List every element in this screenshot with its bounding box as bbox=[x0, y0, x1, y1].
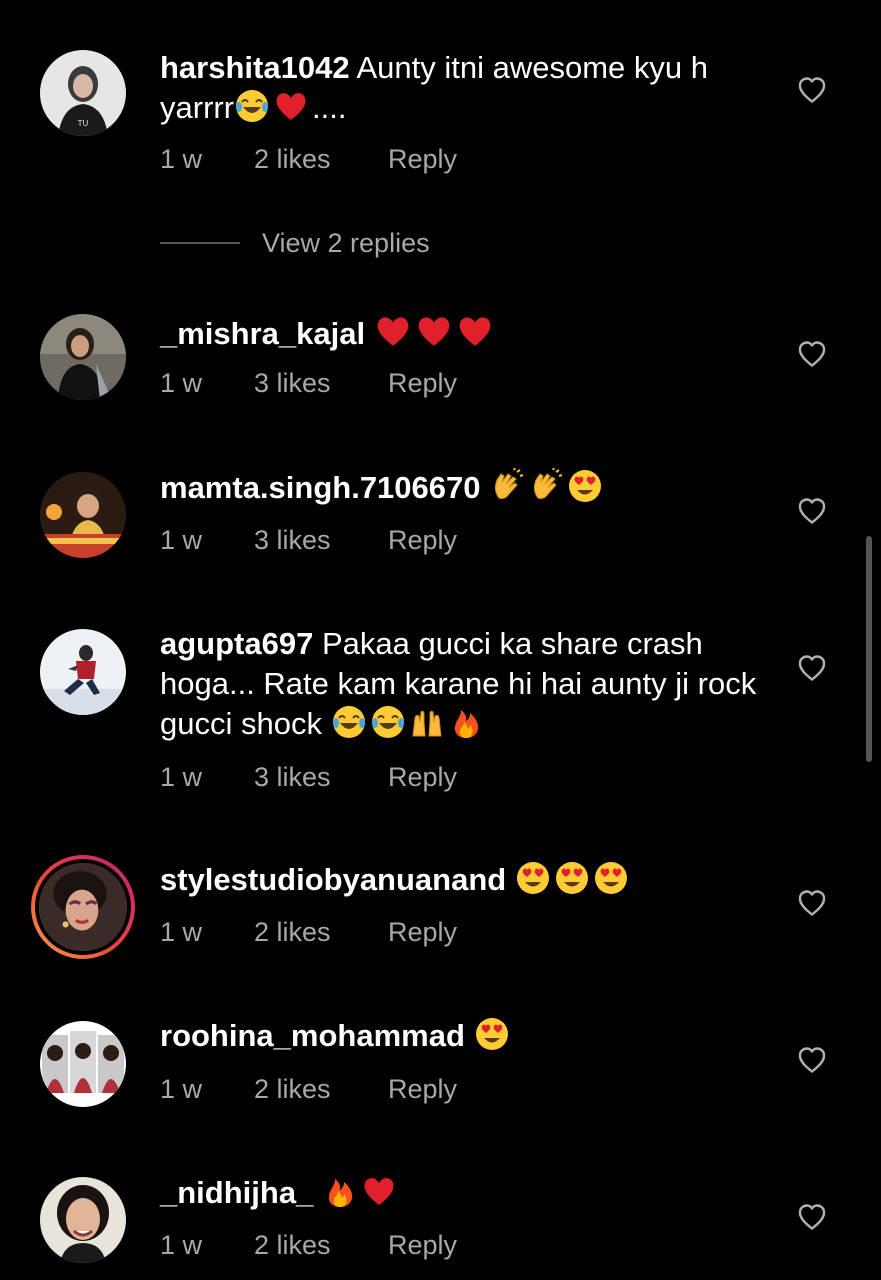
comment-text: stylestudiobyanuanand bbox=[160, 860, 770, 900]
like-heart-icon[interactable] bbox=[797, 497, 827, 525]
comment-likes[interactable]: 2 likes bbox=[254, 1074, 331, 1105]
fire-emoji bbox=[448, 704, 484, 740]
avatar-image: TU bbox=[40, 50, 126, 136]
reply-button[interactable]: Reply bbox=[388, 368, 457, 399]
like-heart-icon[interactable] bbox=[797, 340, 827, 368]
raised-hands-emoji bbox=[409, 704, 445, 740]
comment-time: 1 w bbox=[160, 368, 203, 398]
comment-body bbox=[365, 316, 374, 351]
comment-username[interactable]: _nidhijha_ bbox=[160, 1175, 313, 1210]
heart-eyes-emoji bbox=[474, 1016, 510, 1052]
comment-text: _mishra_kajal bbox=[160, 312, 770, 354]
clapping-hands-emoji bbox=[489, 468, 525, 504]
comment-username[interactable]: mamta.singh.7106670 bbox=[160, 470, 481, 505]
red-heart-emoji bbox=[273, 88, 309, 124]
heart-eyes-emoji bbox=[515, 860, 551, 896]
red-heart-emoji bbox=[361, 1173, 397, 1209]
comment-time: 1 w bbox=[160, 1230, 203, 1260]
reply-button[interactable]: Reply bbox=[388, 1230, 457, 1261]
avatar-image bbox=[40, 1021, 126, 1107]
comment-username[interactable]: agupta697 bbox=[160, 626, 313, 661]
comment-likes[interactable]: 3 likes bbox=[254, 525, 331, 556]
comment-body bbox=[481, 470, 490, 505]
avatar-image bbox=[40, 472, 126, 558]
comment-text: agupta697 Pakaa gucci ka share crash hog… bbox=[160, 624, 770, 744]
comment-body-suffix: .... bbox=[312, 90, 347, 125]
heart-eyes-emoji bbox=[567, 468, 603, 504]
comment-likes[interactable]: 3 likes bbox=[254, 368, 331, 399]
comment-time: 1 w bbox=[160, 144, 203, 174]
laughing-crying-emoji bbox=[331, 704, 367, 740]
scrollbar[interactable] bbox=[866, 536, 872, 762]
comment-text: mamta.singh.7106670 bbox=[160, 468, 770, 508]
laughing-crying-emoji bbox=[234, 88, 270, 124]
like-heart-icon[interactable] bbox=[797, 76, 827, 104]
avatar[interactable] bbox=[40, 314, 126, 400]
comment-likes[interactable]: 2 likes bbox=[254, 917, 331, 948]
reply-button[interactable]: Reply bbox=[388, 1074, 457, 1105]
avatar[interactable]: TU bbox=[40, 50, 126, 136]
avatar[interactable] bbox=[40, 1021, 126, 1107]
comment-body bbox=[313, 1175, 322, 1210]
comment-username[interactable]: _mishra_kajal bbox=[160, 316, 365, 351]
reply-button[interactable]: Reply bbox=[388, 525, 457, 556]
svg-text:TU: TU bbox=[77, 119, 89, 128]
avatar-story-ring[interactable] bbox=[31, 855, 135, 959]
reply-button[interactable]: Reply bbox=[388, 144, 457, 175]
comment-time: 1 w bbox=[160, 917, 203, 947]
avatar-image bbox=[40, 1177, 126, 1263]
comment-likes[interactable]: 2 likes bbox=[254, 1230, 331, 1261]
comment-text: _nidhijha_ bbox=[160, 1173, 770, 1213]
comment-likes[interactable]: 2 likes bbox=[254, 144, 331, 175]
comment-body bbox=[506, 862, 515, 897]
heart-eyes-emoji bbox=[593, 860, 629, 896]
comment-username[interactable]: harshita1042 bbox=[160, 50, 350, 85]
reply-button[interactable]: Reply bbox=[388, 762, 457, 793]
avatar-image bbox=[40, 629, 126, 715]
comment-username[interactable]: roohina_mohammad bbox=[160, 1018, 465, 1053]
heart-eyes-emoji bbox=[554, 860, 590, 896]
comment-text: harshita1042 Aunty itni awesome kyu h ya… bbox=[160, 48, 770, 128]
view-replies-label: View 2 replies bbox=[262, 228, 430, 258]
comment-time: 1 w bbox=[160, 762, 203, 792]
avatar bbox=[35, 859, 131, 955]
comment-time: 1 w bbox=[160, 525, 203, 555]
red-heart-emoji bbox=[374, 312, 412, 350]
comment-time: 1 w bbox=[160, 1074, 203, 1104]
comment-username[interactable]: stylestudiobyanuanand bbox=[160, 862, 506, 897]
like-heart-icon[interactable] bbox=[797, 1046, 827, 1074]
avatar-image bbox=[40, 314, 126, 400]
comment-text: roohina_mohammad bbox=[160, 1016, 770, 1056]
avatar[interactable] bbox=[40, 472, 126, 558]
laughing-crying-emoji bbox=[370, 704, 406, 740]
view-replies-line bbox=[160, 242, 240, 244]
fire-emoji bbox=[322, 1173, 358, 1209]
clapping-hands-emoji bbox=[528, 468, 564, 504]
red-heart-emoji bbox=[415, 312, 453, 350]
like-heart-icon[interactable] bbox=[797, 889, 827, 917]
like-heart-icon[interactable] bbox=[797, 654, 827, 682]
reply-button[interactable]: Reply bbox=[388, 917, 457, 948]
avatar[interactable] bbox=[40, 1177, 126, 1263]
comment-likes[interactable]: 3 likes bbox=[254, 762, 331, 793]
red-heart-emoji bbox=[456, 312, 494, 350]
like-heart-icon[interactable] bbox=[797, 1203, 827, 1231]
avatar-image bbox=[39, 863, 127, 951]
avatar[interactable] bbox=[40, 629, 126, 715]
comment-body bbox=[465, 1018, 474, 1053]
